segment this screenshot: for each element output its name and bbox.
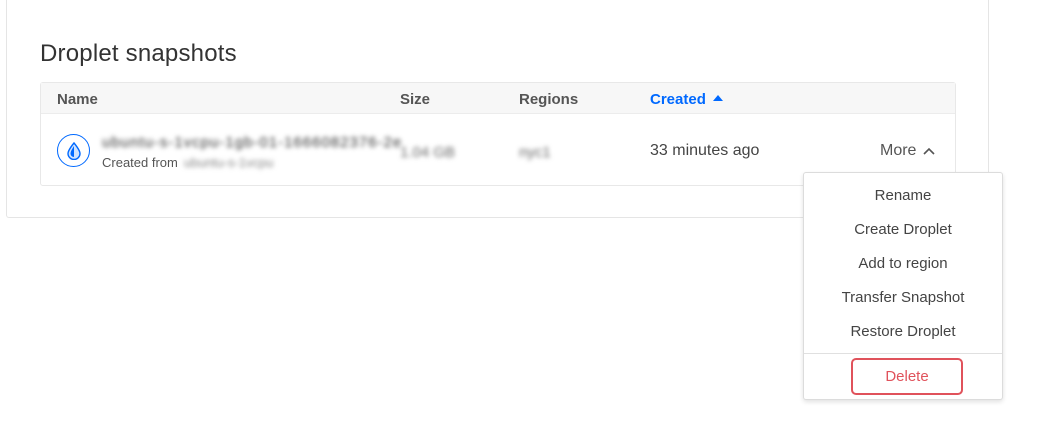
snapshot-created: 33 minutes ago [650,142,760,159]
page-title: Droplet snapshots [40,40,237,67]
column-header-created-label: Created [650,91,706,108]
column-header-name[interactable]: Name [57,91,98,108]
table-header: Name Size Regions Created [41,83,955,114]
menu-item-rename[interactable]: Rename [804,187,1002,204]
more-label: More [880,142,917,159]
menu-item-restore-droplet[interactable]: Restore Droplet [804,323,1002,340]
more-button[interactable]: More [880,142,936,160]
menu-divider [804,353,1002,354]
sort-ascending-icon [712,95,723,101]
more-actions-menu: Rename Create Droplet Add to region Tran… [803,172,1003,400]
menu-item-add-to-region[interactable]: Add to region [804,255,1002,272]
snapshot-droplet-icon [57,134,90,167]
snapshots-table: Name Size Regions Created ubuntu-s-1vcpu… [40,82,956,186]
menu-item-delete[interactable]: Delete [851,358,963,395]
column-header-size[interactable]: Size [400,91,430,108]
created-from-value[interactable]: ubuntu-s-1vcpu [184,155,274,170]
menu-item-create-droplet[interactable]: Create Droplet [804,221,1002,238]
column-header-created[interactable]: Created [650,91,723,108]
snapshot-source: Created from ubuntu-s-1vcpu [102,155,274,170]
snapshot-regions: nyc1 [519,144,551,161]
created-from-label: Created from [102,155,178,170]
snapshot-size: 1.04 GB [400,144,456,161]
menu-item-transfer-snapshot[interactable]: Transfer Snapshot [804,289,1002,306]
snapshot-name[interactable]: ubuntu-s-1vcpu-1gb-01-1666082376-2e [102,134,402,151]
column-header-regions[interactable]: Regions [519,91,578,108]
chevron-up-icon [923,147,936,155]
